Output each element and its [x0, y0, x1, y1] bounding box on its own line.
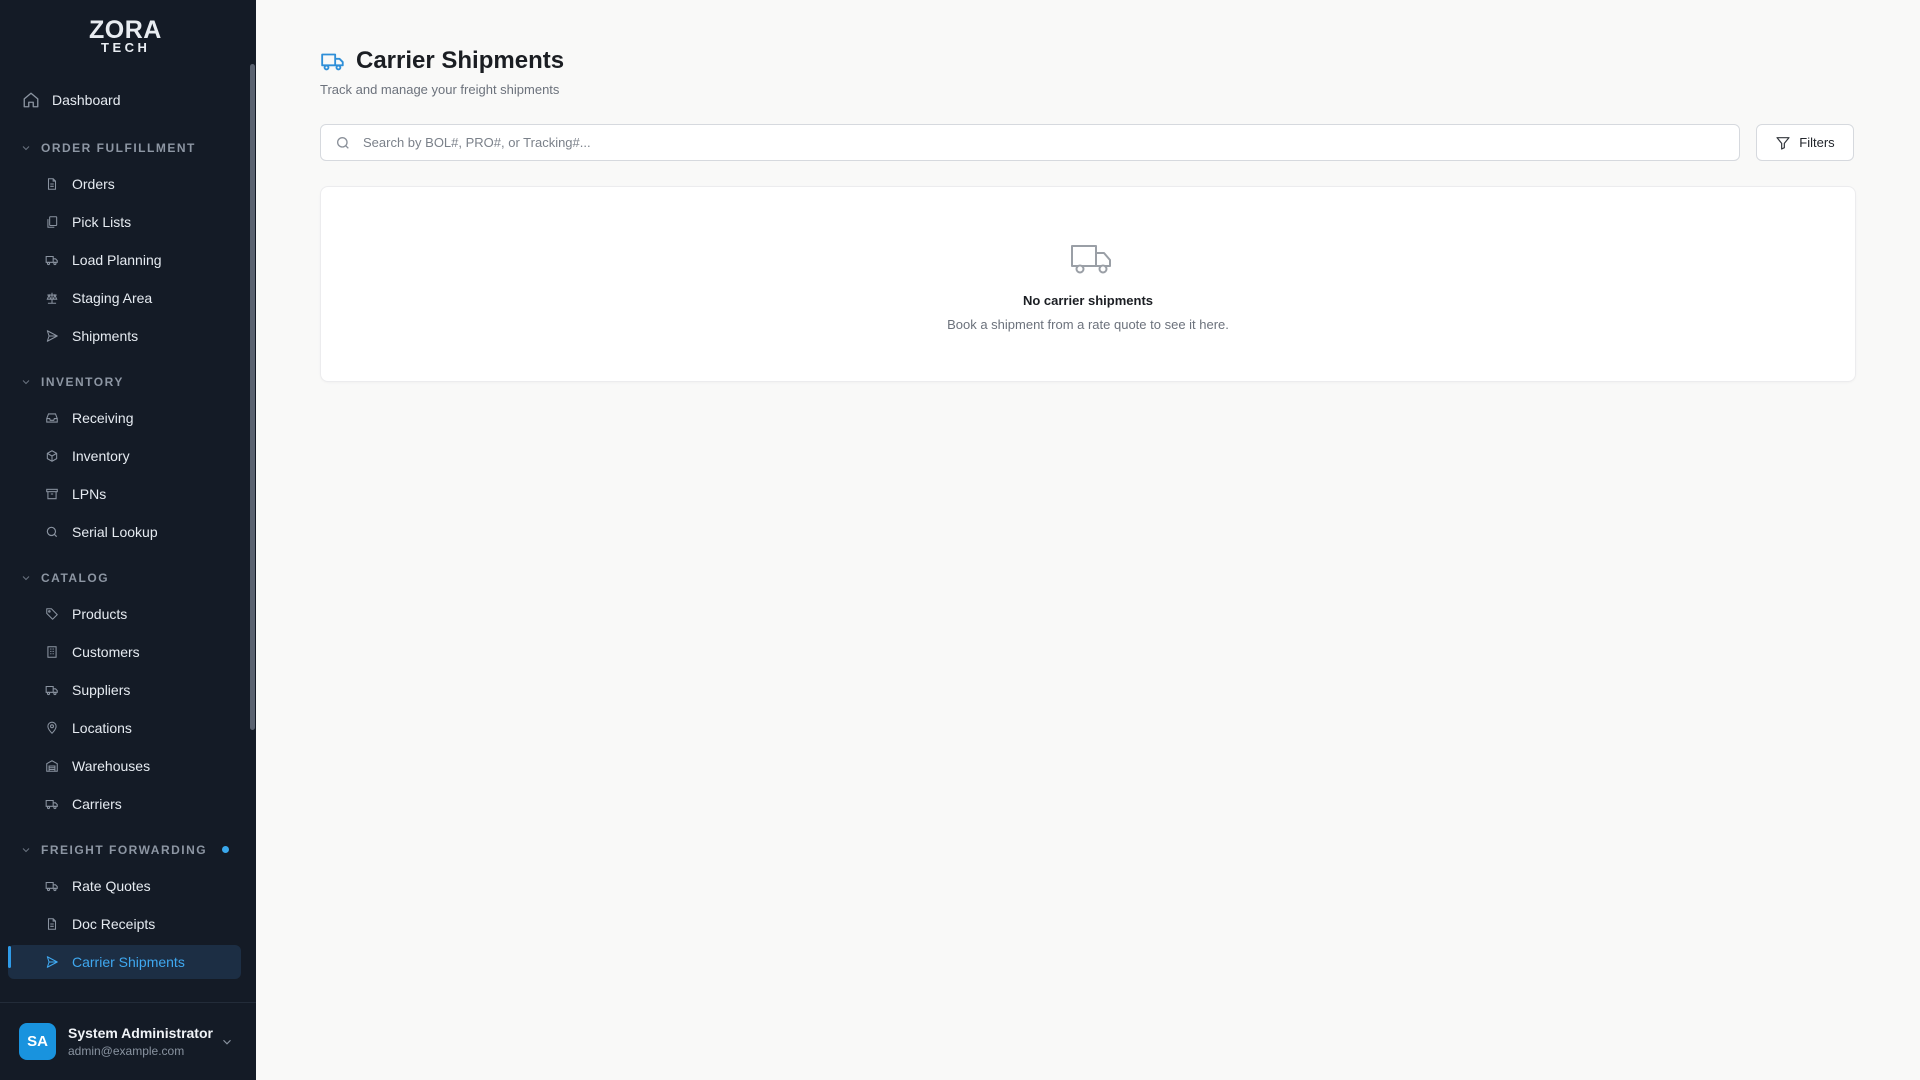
send-icon: [45, 329, 59, 343]
sidebar-item-lpns[interactable]: LPNs: [8, 477, 241, 511]
truck-icon: [1069, 241, 1113, 277]
svg-text:TECH: TECH: [101, 40, 150, 54]
user-name: System Administrator: [68, 1025, 213, 1041]
search-box[interactable]: [320, 124, 1740, 161]
truck-icon: [45, 683, 59, 697]
truck-icon: [45, 879, 59, 893]
user-email: admin@example.com: [68, 1044, 185, 1058]
avatar: SA: [19, 1023, 56, 1060]
sidebar-item-label: Pick Lists: [72, 214, 132, 230]
sidebar-item-label: Suppliers: [72, 682, 131, 698]
sidebar-item-label: Receiving: [72, 410, 134, 426]
building-icon: [45, 645, 59, 659]
sidebar-item-suppliers[interactable]: Suppliers: [8, 673, 241, 707]
sidebar-item-label: Warehouses: [72, 758, 151, 774]
sidebar-item-pick-lists[interactable]: Pick Lists: [8, 205, 241, 239]
chevron-down-icon[interactable]: [220, 1035, 234, 1049]
search-input[interactable]: [363, 135, 1713, 150]
sidebar-item-carrier-shipments[interactable]: Carrier Shipments: [8, 945, 241, 979]
sidebar-item-locations[interactable]: Locations: [8, 711, 241, 745]
sidebar-item-label: Carriers: [72, 796, 122, 812]
user-menu[interactable]: SA System Administrator admin@example.co…: [0, 1002, 256, 1080]
sidebar-item-label: Orders: [72, 176, 115, 192]
sidebar-item-label: Carrier Shipments: [72, 954, 185, 970]
chevron-down-icon: [20, 142, 32, 154]
search-icon: [45, 525, 59, 539]
warehouse-icon: [45, 759, 59, 773]
section-header-freight-forwarding[interactable]: FREIGHT FORWARDING: [20, 840, 240, 860]
sidebar-item-load-planning[interactable]: Load Planning: [8, 243, 241, 277]
file-icon: [45, 917, 59, 931]
page-title: Carrier Shipments: [356, 47, 565, 74]
sidebar-item-carriers[interactable]: Carriers: [8, 787, 241, 821]
sidebar-item-label: Shipments: [72, 328, 139, 344]
box-icon: [45, 449, 59, 463]
page-header: Carrier Shipments: [320, 47, 564, 75]
sidebar-item-dashboard[interactable]: Dashboard: [8, 83, 241, 117]
sidebar-item-label: Load Planning: [72, 252, 162, 268]
search-icon: [335, 135, 351, 151]
empty-state-card: No carrier shipments Book a shipment fro…: [320, 186, 1856, 382]
sidebar-item-orders[interactable]: Orders: [8, 167, 241, 201]
sidebar-scroll-area: ZORA TECH Dashboard ORDER FULFILLMENT Or…: [0, 0, 256, 1002]
sidebar-item-label: Locations: [72, 720, 132, 736]
sidebar: ZORA TECH Dashboard ORDER FULFILLMENT Or…: [0, 0, 256, 1080]
sidebar-item-inventory[interactable]: Inventory: [8, 439, 241, 473]
sidebar-item-shipments[interactable]: Shipments: [8, 319, 241, 353]
sidebar-item-customers[interactable]: Customers: [8, 635, 241, 669]
sidebar-item-label: Products: [72, 606, 128, 622]
map-pin-icon: [45, 721, 59, 735]
scale-icon: [45, 291, 59, 305]
active-item-indicator: [8, 946, 11, 968]
chevron-down-icon: [20, 376, 32, 388]
home-icon: [22, 91, 40, 109]
sidebar-item-staging-area[interactable]: Staging Area: [8, 281, 241, 315]
sidebar-item-label: Serial Lookup: [72, 524, 158, 540]
sidebar-item-label: Customers: [72, 644, 140, 660]
sidebar-item-label: Rate Quotes: [72, 878, 151, 894]
sidebar-scrollbar[interactable]: [250, 64, 255, 730]
file-icon: [45, 177, 59, 191]
filters-label: Filters: [1799, 135, 1835, 150]
zoratech-logo[interactable]: ZORA TECH: [88, 16, 168, 55]
page-subtitle: Track and manage your freight shipments: [320, 82, 560, 97]
sidebar-item-label: Dashboard: [52, 92, 121, 108]
archive-icon: [45, 487, 59, 501]
sidebar-item-serial-lookup[interactable]: Serial Lookup: [8, 515, 241, 549]
sidebar-item-warehouses[interactable]: Warehouses: [8, 749, 241, 783]
truck-icon: [45, 797, 59, 811]
empty-state-title: No carrier shipments: [1022, 293, 1154, 308]
sidebar-item-products[interactable]: Products: [8, 597, 241, 631]
chevron-down-icon: [20, 844, 32, 856]
section-header-catalog[interactable]: CATALOG: [20, 568, 240, 588]
sidebar-item-receiving[interactable]: Receiving: [8, 401, 241, 435]
truck-icon: [45, 253, 59, 267]
sidebar-item-label: Inventory: [72, 448, 130, 464]
filters-button[interactable]: Filters: [1756, 124, 1854, 161]
filter-icon: [1775, 135, 1791, 151]
section-active-indicator-dot: [222, 846, 229, 853]
inbox-icon: [45, 411, 59, 425]
sidebar-item-label: Staging Area: [72, 290, 153, 306]
empty-state-text: Book a shipment from a rate quote to see…: [947, 317, 1229, 332]
user-info: System Administrator admin@example.com: [68, 1025, 213, 1058]
section-header-order-fulfillment[interactable]: ORDER FULFILLMENT: [20, 138, 240, 158]
section-header-inventory[interactable]: INVENTORY: [20, 372, 240, 392]
main-content: Carrier Shipments Track and manage your …: [256, 0, 1920, 1080]
sidebar-item-label: Doc Receipts: [72, 916, 156, 932]
sidebar-item-label: LPNs: [72, 486, 107, 502]
chevron-down-icon: [20, 572, 32, 584]
clipboard-icon: [45, 215, 59, 229]
send-icon: [45, 955, 59, 969]
truck-icon: [320, 48, 346, 74]
sidebar-item-doc-receipts[interactable]: Doc Receipts: [8, 907, 241, 941]
sidebar-item-rate-quotes[interactable]: Rate Quotes: [8, 869, 241, 903]
tag-icon: [45, 607, 59, 621]
